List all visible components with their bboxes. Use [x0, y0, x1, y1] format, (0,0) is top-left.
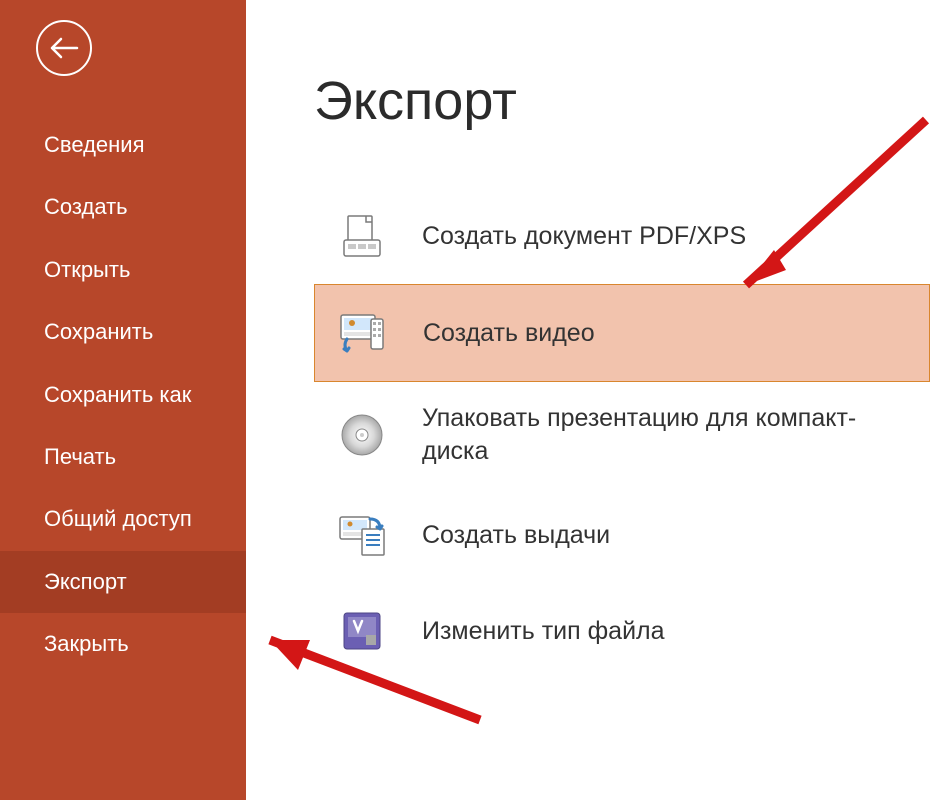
nav-item-share[interactable]: Общий доступ: [0, 488, 246, 550]
export-panel: Экспорт Создать документ PDF/XPS: [246, 0, 932, 800]
option-change-file-type[interactable]: Изменить тип файла: [314, 583, 932, 679]
option-label: Создать выдачи: [422, 519, 610, 552]
option-create-pdf-xps[interactable]: Создать документ PDF/XPS: [314, 188, 932, 284]
nav-label: Общий доступ: [44, 506, 192, 531]
option-package-cd[interactable]: Упаковать презентацию для компакт-диска: [314, 382, 932, 487]
nav-item-save[interactable]: Сохранить: [0, 301, 246, 363]
create-video-icon: [335, 305, 391, 361]
nav-label: Сохранить: [44, 319, 153, 344]
nav-item-print[interactable]: Печать: [0, 426, 246, 488]
page-title: Экспорт: [314, 70, 932, 132]
nav-item-info[interactable]: Сведения: [0, 114, 246, 176]
nav-label: Закрыть: [44, 631, 129, 656]
nav-label: Печать: [44, 444, 116, 469]
nav-item-new[interactable]: Создать: [0, 176, 246, 238]
arrow-left-icon: [49, 37, 79, 59]
option-create-handouts[interactable]: Создать выдачи: [314, 487, 932, 583]
nav-label: Экспорт: [44, 569, 127, 594]
nav-label: Сведения: [44, 132, 145, 157]
nav-item-save-as[interactable]: Сохранить как: [0, 364, 246, 426]
nav-list: Сведения Создать Открыть Сохранить Сохра…: [0, 114, 246, 676]
create-handouts-icon: [334, 507, 390, 563]
option-create-video[interactable]: Создать видео: [314, 284, 930, 382]
option-label: Создать видео: [423, 317, 595, 350]
nav-label: Создать: [44, 194, 128, 219]
nav-item-export[interactable]: Экспорт: [0, 551, 246, 613]
nav-item-open[interactable]: Открыть: [0, 239, 246, 301]
export-options: Создать документ PDF/XPS: [314, 188, 932, 679]
nav-label: Открыть: [44, 257, 130, 282]
backstage-sidebar: Сведения Создать Открыть Сохранить Сохра…: [0, 0, 246, 800]
option-label: Упаковать презентацию для компакт-диска: [422, 402, 912, 467]
package-cd-icon: [334, 407, 390, 463]
option-label: Создать документ PDF/XPS: [422, 220, 746, 253]
back-button[interactable]: [36, 20, 92, 76]
change-file-type-icon: [334, 603, 390, 659]
nav-item-close[interactable]: Закрыть: [0, 613, 246, 675]
option-label: Изменить тип файла: [422, 615, 665, 648]
nav-label: Сохранить как: [44, 382, 191, 407]
pdf-xps-icon: [334, 208, 390, 264]
